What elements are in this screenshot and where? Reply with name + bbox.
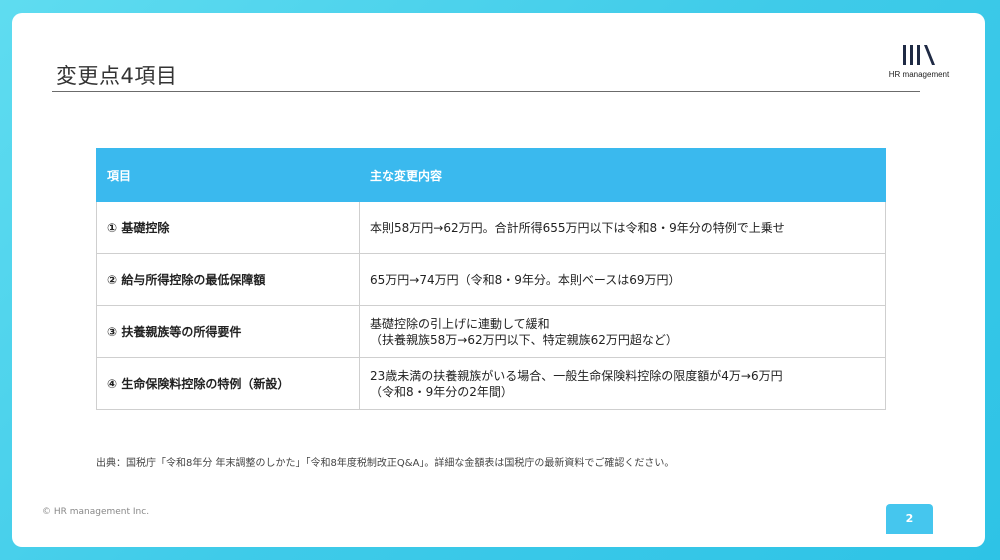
row-item: ③ 扶養親族等の所得要件 [96,305,360,358]
row-change: 65万円→74万円（令和8・9年分。本則ベースは69万円） [359,253,886,306]
page-number-badge: 2 [886,504,933,534]
table-row: ③ 扶養親族等の所得要件 基礎控除の引上げに連動して緩和 （扶養親族58万→62… [96,305,886,358]
row-change-line1: 65万円→74万円（令和8・9年分。本則ベースは69万円） [370,272,681,287]
row-change-line1: 基礎控除の引上げに連動して緩和 [370,316,550,331]
table-header-row: 項目 主な変更内容 [96,148,886,202]
company-logo: HR management [882,43,956,91]
source-note: 出典：国税庁「令和8年分 年末調整のしかた」「令和8年度税制改正Q&A」。詳細な… [96,458,675,469]
row-change-line1: 本則58万円→62万円。合計所得655万円以下は令和8・9年分の特例で上乗せ [370,220,785,235]
hr-management-logo-icon [903,45,935,65]
page-title: 変更点4項目 [56,64,178,88]
header-changes: 主な変更内容 [359,148,886,202]
copyright: © HR management Inc. [42,507,150,517]
row-change-line1: 23歳未満の扶養親族がいる場合、一般生命保険料控除の限度額が4万→6万円 [370,368,783,383]
row-item: ② 給与所得控除の最低保障額 [96,253,360,306]
logo-text: HR management [888,70,950,79]
row-item: ① 基礎控除 [96,201,360,254]
table-row: ④ 生命保険料控除の特例（新設） 23歳未満の扶養親族がいる場合、一般生命保険料… [96,357,886,410]
row-change: 基礎控除の引上げに連動して緩和 （扶養親族58万→62万円以下、特定親族62万円… [359,305,886,358]
row-change: 本則58万円→62万円。合計所得655万円以下は令和8・9年分の特例で上乗せ [359,201,886,254]
header-item: 項目 [96,148,360,202]
table-row: ① 基礎控除 本則58万円→62万円。合計所得655万円以下は令和8・9年分の特… [96,201,886,254]
table-row: ② 給与所得控除の最低保障額 65万円→74万円（令和8・9年分。本則ベースは6… [96,253,886,306]
row-change-line2: （令和8・9年分の2年間） [370,384,513,399]
row-item: ④ 生命保険料控除の特例（新設） [96,357,360,410]
title-divider [52,91,920,92]
changes-table: 項目 主な変更内容 ① 基礎控除 本則58万円→62万円。合計所得655万円以下… [96,148,886,410]
slide: 変更点4項目 HR management 項目 主な変更内容 ① 基礎控除 本則… [12,13,985,547]
row-change-line2: （扶養親族58万→62万円以下、特定親族62万円超など） [370,332,678,347]
row-change: 23歳未満の扶養親族がいる場合、一般生命保険料控除の限度額が4万→6万円 （令和… [359,357,886,410]
